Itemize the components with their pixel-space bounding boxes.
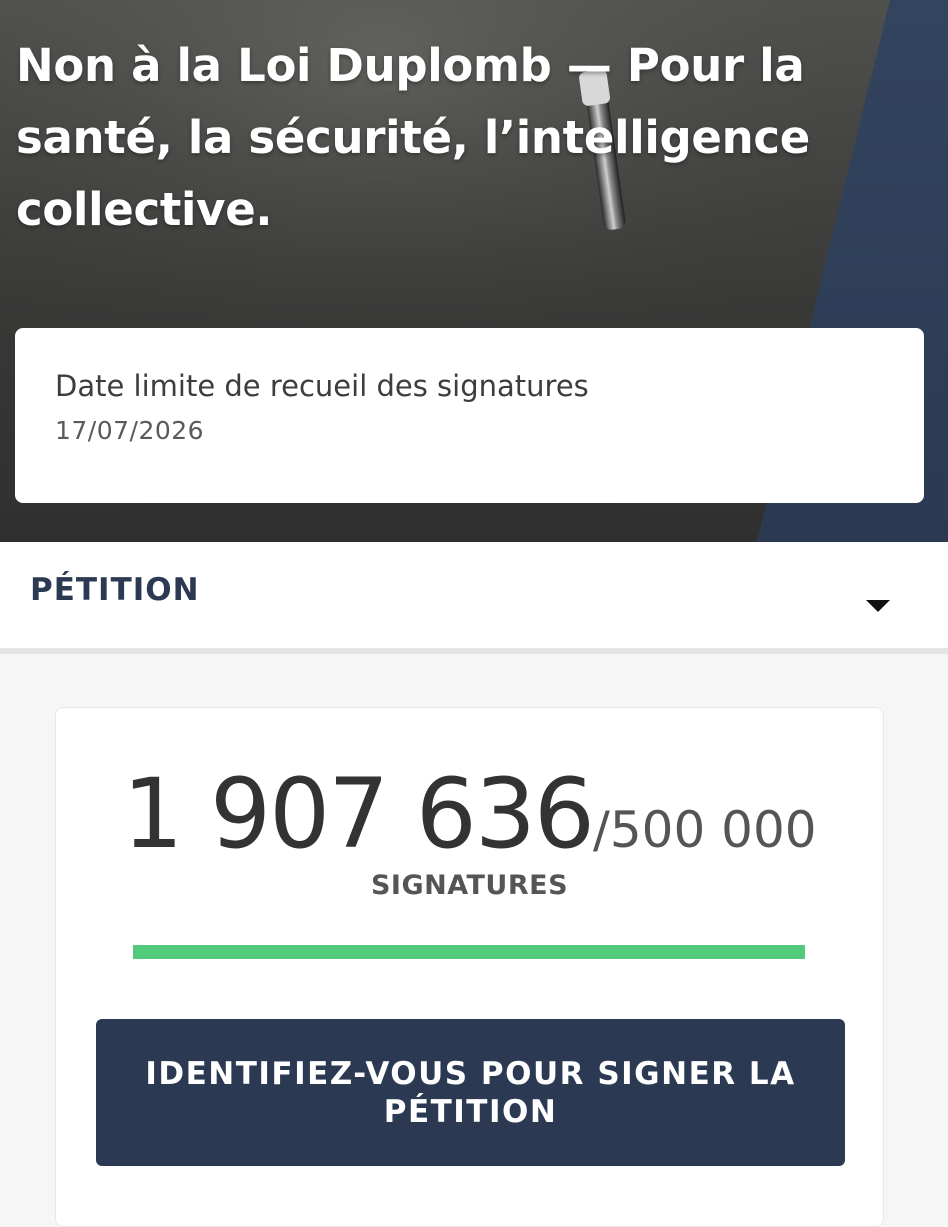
deadline-card: Date limite de recueil des signatures 17… — [15, 328, 924, 503]
signatures-card: 1 907 636/500 000 SIGNATURES IDENTIFIEZ-… — [55, 707, 884, 1227]
section-label: PÉTITION — [30, 572, 200, 608]
signature-count: 1 907 636 — [122, 758, 595, 870]
petition-title: Non à la Loi Duplomb — Pour la santé, la… — [16, 39, 810, 236]
sign-petition-button[interactable]: IDENTIFIEZ-VOUS POUR SIGNER LA PÉTITION — [96, 1019, 845, 1166]
hero-banner: Non à la Loi Duplomb — Pour la santé, la… — [0, 0, 948, 542]
petition-section-toggle[interactable]: PÉTITION — [0, 542, 948, 654]
signature-count-row: 1 907 636/500 000 — [56, 758, 883, 870]
deadline-date: 17/07/2026 — [55, 416, 205, 445]
signature-progress-bar — [133, 945, 805, 959]
deadline-label: Date limite de recueil des signatures — [55, 369, 589, 403]
signatures-label: SIGNATURES — [370, 870, 569, 901]
signature-progress-fill — [133, 945, 805, 959]
caret-down-icon[interactable] — [866, 600, 890, 612]
signature-goal: /500 000 — [592, 801, 817, 859]
